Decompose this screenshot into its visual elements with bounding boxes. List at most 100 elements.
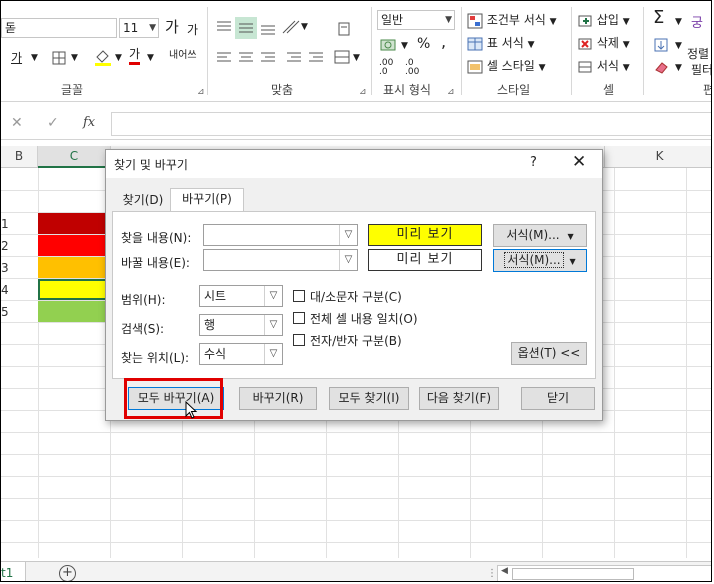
- font-name-box[interactable]: 돋: [1, 18, 117, 38]
- fill-icon[interactable]: [653, 35, 669, 53]
- edit-group-label: 편: [703, 81, 711, 98]
- help-button[interactable]: ?: [530, 155, 537, 170]
- insert-label: 삽입: [596, 13, 619, 27]
- dialog-launcher-icon[interactable]: ⊿: [359, 83, 367, 101]
- conditional-format-button[interactable]: 조건부 서식 ▼: [467, 11, 557, 31]
- autosum-icon[interactable]: Σ: [653, 9, 664, 27]
- delete-button[interactable]: 삭제 ▼: [577, 34, 630, 54]
- color-cell[interactable]: [38, 235, 110, 256]
- search-select[interactable]: 행 ▽: [199, 314, 283, 336]
- chevron-down-icon[interactable]: ▽: [339, 250, 357, 270]
- tab-find[interactable]: 찾기(D): [116, 190, 170, 212]
- chevron-down-icon: ▼: [567, 232, 574, 241]
- font-name-value: 돋: [5, 21, 17, 35]
- chevron-down-icon: ▼: [569, 257, 576, 266]
- color-cell[interactable]: [38, 301, 110, 322]
- options-button[interactable]: 옵션(T) <<: [511, 342, 587, 365]
- dialog-launcher-icon[interactable]: ⊿: [447, 83, 455, 101]
- increase-decimal-button[interactable]: .00 .0: [379, 59, 403, 77]
- check-icon[interactable]: ✓: [47, 115, 59, 131]
- border-button[interactable]: [51, 48, 67, 66]
- chevron-down-icon: ▼: [401, 41, 408, 51]
- find-all-button[interactable]: 모두 찾기(I): [329, 387, 409, 410]
- match-case-checkbox[interactable]: [293, 290, 305, 302]
- selected-cell[interactable]: [38, 279, 110, 300]
- find-format-button[interactable]: 서식(M)... ▼: [493, 224, 587, 247]
- row-number[interactable]: 1: [1, 213, 9, 235]
- chevron-down-icon: ▼: [353, 53, 360, 63]
- close-icon[interactable]: ✕: [572, 152, 586, 172]
- chevron-down-icon[interactable]: ▽: [264, 286, 282, 306]
- accounting-format-button[interactable]: [379, 35, 399, 53]
- color-cell[interactable]: [38, 213, 110, 234]
- percent-button[interactable]: %: [417, 35, 430, 53]
- match-byte-checkbox[interactable]: [293, 334, 305, 346]
- grid-line: [1, 454, 711, 455]
- dialog-launcher-icon[interactable]: ⊿: [197, 83, 205, 101]
- find-what-input[interactable]: ▽: [203, 224, 358, 246]
- insert-button[interactable]: 삽입 ▼: [577, 11, 630, 31]
- grow-font-button[interactable]: 가: [165, 18, 179, 36]
- scrollbar-thumb[interactable]: [512, 568, 634, 580]
- row-number[interactable]: 4: [1, 279, 9, 301]
- replace-format-button[interactable]: 서식(M)... ▼: [493, 249, 587, 272]
- add-sheet-icon[interactable]: +: [59, 565, 76, 581]
- chevron-down-icon: ▼: [71, 53, 78, 63]
- style-group-label: 스타일: [497, 83, 531, 97]
- delete-icon: [578, 38, 592, 49]
- format-button[interactable]: 서식 ▼: [577, 57, 630, 77]
- chevron-down-icon[interactable]: ▽: [264, 344, 282, 364]
- table-format-button[interactable]: 표 서식 ▼: [467, 34, 535, 54]
- underline-button[interactable]: 가: [11, 49, 22, 67]
- wrap-text-button[interactable]: 내어쓰: [169, 47, 197, 65]
- grid-line: [1, 476, 711, 477]
- dialog-titlebar[interactable]: 찾기 및 바꾸기 ? ✕: [106, 150, 602, 178]
- fill-color-button[interactable]: [93, 47, 113, 67]
- shrink-font-button[interactable]: 가: [187, 21, 198, 39]
- within-label: 범위(H):: [121, 293, 166, 307]
- horizontal-scrollbar[interactable]: ◀: [497, 565, 711, 581]
- chevron-down-icon[interactable]: ▽: [264, 315, 282, 335]
- chevron-down-icon[interactable]: ▽: [339, 225, 357, 245]
- close-button[interactable]: 닫기: [521, 387, 595, 410]
- sheet-tab[interactable]: t1: [1, 562, 26, 581]
- lookin-value: 수식: [204, 347, 227, 361]
- font-color-button[interactable]: 가: [129, 47, 141, 65]
- match-entire-checkbox[interactable]: [293, 312, 305, 324]
- tab-replace[interactable]: 바꾸기(P): [170, 188, 244, 212]
- replace-with-input[interactable]: ▽: [203, 249, 358, 271]
- cell-style-label: 셀 스타일: [486, 59, 535, 73]
- row-number[interactable]: 3: [1, 257, 9, 279]
- cancel-icon[interactable]: ✕: [11, 115, 23, 131]
- horizontal-align-icons[interactable]: [213, 49, 363, 67]
- decrease-decimal-button[interactable]: .0 .00: [405, 59, 429, 77]
- column-label: B: [14, 149, 24, 163]
- row-number[interactable]: 2: [1, 235, 9, 257]
- function-icon[interactable]: fx: [83, 115, 95, 130]
- column-header-c[interactable]: C: [38, 146, 111, 168]
- replace-preview: 미리 보기: [368, 249, 482, 271]
- within-select[interactable]: 시트 ▽: [199, 285, 283, 307]
- lookin-select[interactable]: 수식 ▽: [199, 343, 283, 365]
- comma-button[interactable]: ,: [441, 33, 446, 51]
- number-format-box[interactable]: 일반 ▼: [377, 10, 455, 30]
- border-icon: [52, 51, 66, 64]
- row-number[interactable]: 5: [1, 301, 9, 323]
- chevron-down-icon: ▼: [147, 53, 154, 63]
- wrap-icon[interactable]: [337, 19, 353, 37]
- font-size-box[interactable]: 11 ▼: [119, 18, 159, 38]
- find-next-button[interactable]: 다음 찾기(F): [419, 387, 499, 410]
- find-format-label: 서식(M)...: [506, 228, 560, 242]
- vertical-align-icons[interactable]: [213, 17, 303, 39]
- cell-style-button[interactable]: 셀 스타일 ▼: [467, 57, 546, 77]
- color-cell[interactable]: [38, 257, 110, 278]
- column-header-b[interactable]: B: [1, 146, 38, 168]
- column-header-k[interactable]: K: [605, 146, 711, 168]
- mouse-cursor-icon: [185, 401, 198, 419]
- sort-filter-icon[interactable]: 궁: [691, 15, 703, 33]
- grid-line: [614, 168, 615, 558]
- formula-input[interactable]: [111, 112, 711, 136]
- replace-button[interactable]: 바꾸기(R): [239, 387, 317, 410]
- clear-icon[interactable]: [653, 57, 669, 75]
- chevron-left-icon[interactable]: ◀: [501, 566, 508, 576]
